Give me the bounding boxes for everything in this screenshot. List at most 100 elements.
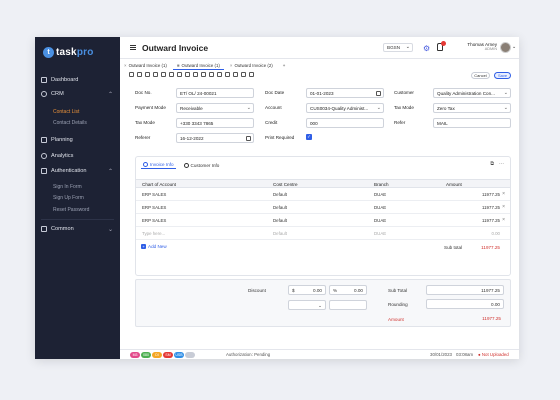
chevron-down-icon[interactable]: ⌄ [512,44,516,50]
sidebar: t taskpro Dashboard CRM ⌃ Contact List C… [35,37,120,359]
logo[interactable]: t taskpro [43,47,94,58]
doc-date-field[interactable]: 01-01-2023 [306,88,384,98]
new-icon[interactable] [153,72,158,77]
stack-icon [41,226,47,232]
print-icon[interactable] [161,72,166,77]
amount-value: 11977.25 [482,316,501,321]
credit-label: Credit [265,120,278,125]
col-branch: Branch [374,182,389,187]
chart-icon [41,153,47,159]
undo-icon[interactable] [129,72,134,77]
user-info[interactable]: Thomas Arney ADMIN [459,42,497,51]
tab-outward-invoice-2[interactable]: × Outward Invoice (2) [226,62,277,70]
referer-label: Referer [135,135,151,140]
account-input[interactable]: Type here... [142,231,165,236]
credit-field[interactable]: 000 [306,118,384,128]
redo-icon[interactable] [177,72,182,77]
remove-row-icon[interactable]: × [502,204,505,210]
tab-outward-invoice-active[interactable]: ■ Outward Invoice (1) [172,62,224,70]
table-row-new[interactable]: Type here... Default DUAE 0.00 [136,227,510,240]
referer-date-field[interactable]: 16-12-2022 [176,133,254,143]
col-cost-centre: Cost Centre [273,182,298,187]
close-icon[interactable]: × [230,63,233,68]
discount-extra-field[interactable] [329,300,367,310]
status-pill: DI [152,352,162,358]
sidebar-sub-contact-list[interactable]: Contact List [53,109,79,115]
attach-icon[interactable] [185,72,190,77]
close-icon[interactable]: × [124,63,127,68]
sidebar-item-planning[interactable]: Planning [35,135,120,145]
invoice-lines-card: Invoice Info Customer Info ⧉ ⋯ Chart of A… [135,156,511,276]
sidebar-item-common[interactable]: Common ⌄ [35,224,120,234]
refresh-icon[interactable] [169,72,174,77]
totals-panel: Discount $0.00 % 0.00 ⌄ Sub Total 11977.2… [135,279,511,327]
cancel-button[interactable]: Cancel [471,72,490,79]
add-tab-button[interactable]: + [279,62,290,70]
discount-percent-field[interactable]: % 0.00 [329,285,367,295]
account-select[interactable]: CUS0034-Quality Administ... ⌄ [306,103,384,113]
sidebar-sub-sign-in[interactable]: Sign In Form [53,184,82,190]
refer-label: Refer [394,120,406,125]
tax-mode-select[interactable]: Zero Tax ⌄ [433,103,511,113]
refer-field[interactable]: MAIL [433,118,511,128]
share-icon[interactable] [241,72,246,77]
discount-type-select[interactable]: ⌄ [288,300,326,310]
tab-outward-invoice-1[interactable]: × Outward Invoice (1) [120,62,171,70]
link-icon[interactable] [217,72,222,77]
language-select[interactable]: BGSN ⌄ [383,43,413,52]
menu-icon[interactable] [130,45,136,50]
sidebar-item-dashboard[interactable]: Dashboard [35,75,120,85]
logo-text-a: task [56,47,77,58]
tab-customer-info[interactable]: Customer Info [182,161,222,169]
discount-label: Discount [248,288,266,293]
status-upload: ● Not Uploaded [478,352,509,357]
settings-icon[interactable] [233,72,238,77]
sidebar-item-authentication[interactable]: Authentication ⌃ [35,166,120,176]
more-icon[interactable]: ⋯ [499,161,504,167]
filter-icon[interactable] [193,72,198,77]
phone-field[interactable]: +330 3343 7865 [176,118,254,128]
gear-icon[interactable]: ⚙ [423,44,430,53]
chevron-down-icon: ⌄ [503,105,508,111]
calendar-icon[interactable] [246,136,251,141]
rounding-field[interactable]: 0.00 [426,299,504,309]
discount-amount-field[interactable]: $0.00 [288,285,326,295]
paste-icon[interactable] [145,72,150,77]
tab-invoice-info[interactable]: Invoice Info [141,161,176,169]
status-mode: Authorization: Pending [226,352,271,357]
expand-icon[interactable]: ⧉ [490,161,494,167]
save-button[interactable]: Save [494,72,511,79]
upload-icon[interactable] [201,72,206,77]
chevron-down-icon: ⌄ [246,105,251,111]
calendar-icon[interactable] [376,91,381,96]
remove-row-icon[interactable]: × [502,191,505,197]
edit-icon[interactable] [225,72,230,77]
grid-icon [41,77,47,83]
doc-date-label: Doc Date [265,90,285,95]
print-required-checkbox[interactable]: ✓ [306,134,312,140]
table-row[interactable]: ERP SALES Default DUAE 11977.25 × [136,201,510,214]
sidebar-item-analytics[interactable]: Analytics [35,151,120,161]
doc-no-label: Doc No. [135,90,152,95]
sidebar-sub-reset-password[interactable]: Reset Password [53,207,89,213]
sidebar-item-crm[interactable]: CRM ⌃ [35,89,120,99]
download-icon[interactable] [209,72,214,77]
payment-mode-select[interactable]: Receivable ⌄ [176,103,254,113]
tax-mode-label: Tax Mode [394,105,414,110]
remove-row-icon[interactable]: × [502,217,505,223]
table-row[interactable]: ERP SALES Default DUAE 11977.25 × [136,214,510,227]
sidebar-sub-sign-up[interactable]: Sign Up Form [53,195,84,201]
calendar-icon [41,137,47,143]
table-row[interactable]: ERP SALES Default DUAE 11977.25 × [136,188,510,201]
status-pill [185,352,195,358]
copy-icon[interactable] [137,72,142,77]
doc-no-field[interactable]: ET/ OL/ 24-00021 [176,88,254,98]
add-new-button[interactable]: + Add New [141,244,167,249]
customer-select[interactable]: Quality Administration Con... ⌄ [433,88,511,98]
bell-icon[interactable] [437,41,446,51]
avatar[interactable] [500,42,511,53]
chevron-down-icon: ⌄ [376,105,381,111]
sidebar-sub-contact-details[interactable]: Contact Details [53,120,87,126]
sub-total-value: 11977.25 [481,245,500,250]
delete-icon[interactable] [249,72,254,77]
